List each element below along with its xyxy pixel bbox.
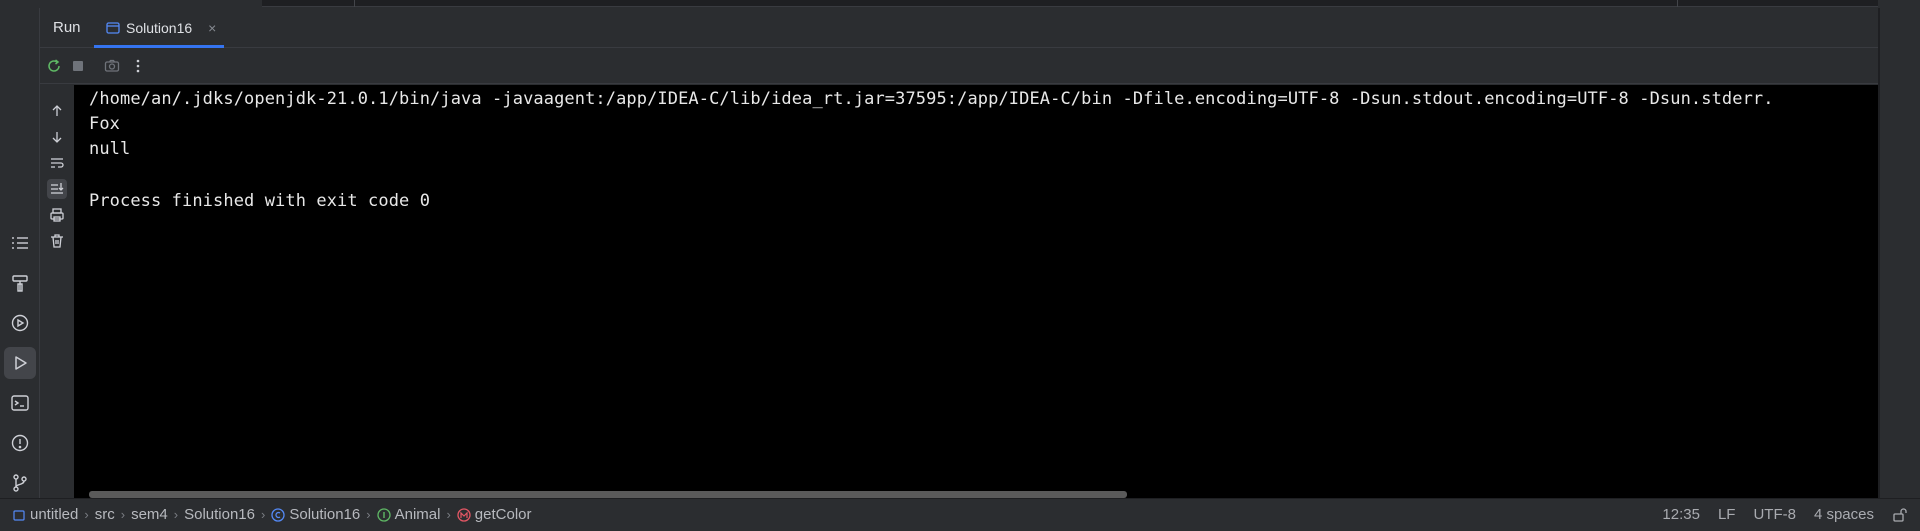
services-tool-button[interactable] [4,307,36,339]
indent-setting[interactable]: 4 spaces [1814,506,1874,523]
structure-icon [12,237,28,249]
breadcrumb-sem4[interactable]: sem4 [131,506,168,523]
tab-label: Solution16 [126,20,193,36]
stop-button[interactable] [68,56,88,76]
arrow-up-icon [52,105,62,116]
application-config-icon [106,22,120,34]
class-icon [271,507,285,522]
lock-icon[interactable] [1892,507,1908,523]
camera-icon [104,59,120,72]
clear-all-button[interactable] [47,231,67,251]
breadcrumb-file[interactable]: Solution16 [184,506,255,523]
project-icon [13,509,25,521]
breadcrumb-src[interactable]: src [95,506,115,523]
build-tool-button[interactable] [4,267,36,299]
stop-icon [73,61,83,71]
run-icon [15,356,27,370]
git-branch-icon [13,474,27,492]
structure-tool-button[interactable] [4,227,36,259]
right-tool-strip [1880,8,1920,498]
caret-position[interactable]: 12:35 [1662,506,1700,523]
more-options-button[interactable] [128,56,148,76]
breadcrumb-project[interactable]: untitled [12,506,78,523]
soft-wrap-icon [51,158,64,168]
scroll-to-end-icon [51,183,64,194]
line-separator[interactable]: LF [1718,506,1736,523]
hammer-icon [12,275,28,292]
breadcrumb-separator: › [84,507,89,522]
console-output[interactable]: /home/an/.jdks/openjdk-21.0.1/bin/java -… [74,85,1878,498]
console-line-output: null [89,139,131,159]
horizontal-scrollbar[interactable] [89,491,1127,498]
interface-icon [376,507,391,522]
breadcrumb-class[interactable]: Solution16 [271,506,360,523]
run-tabs-row: Run Solution16 × [40,8,1880,48]
editor-tab-bar [262,0,1878,7]
status-bar: untitled › src › sem4 › Solution16 › Sol… [0,498,1920,531]
console-line-exit-code: Process finished with exit code 0 [89,191,431,211]
scroll-to-end-button[interactable] [47,179,67,199]
breadcrumb-separator: › [173,507,179,522]
print-button[interactable] [47,205,67,225]
arrow-down-icon [52,132,62,143]
run-tool-button[interactable] [4,347,36,379]
terminal-tool-button[interactable] [4,387,36,419]
run-tool-window: Run Solution16 × /home/an/.jdks/openjdk-… [40,8,1880,498]
problems-icon [11,434,29,452]
breadcrumb-separator: › [261,507,266,522]
breadcrumb-method[interactable]: getColor [457,506,532,523]
soft-wrap-button[interactable] [47,153,67,173]
printer-icon [50,208,64,222]
tool-window-strip [0,8,40,498]
editor-tabs-remnant [0,0,1920,8]
breadcrumb-separator: › [446,507,451,522]
scroll-down-button[interactable] [47,127,67,147]
tab-solution16[interactable]: Solution16 × [94,8,224,48]
rerun-button[interactable] [44,56,64,76]
console-line-command: /home/an/.jdks/openjdk-21.0.1/bin/java -… [89,89,1774,109]
breadcrumb-interface[interactable]: Animal [376,506,440,523]
console-line-output: Fox [89,114,121,134]
breadcrumb-separator: › [120,507,126,522]
terminal-icon [11,395,29,411]
services-icon [11,314,29,332]
rerun-icon [48,59,60,72]
breadcrumb: untitled › src › sem4 › Solution16 › Sol… [12,506,532,523]
console-gutter [40,85,74,498]
git-tool-button[interactable] [4,467,36,499]
close-tab-icon[interactable]: × [208,20,216,36]
screenshot-button[interactable] [102,56,122,76]
method-icon [457,507,471,522]
run-toolbar [40,48,1880,84]
status-widgets: 12:35 LF UTF-8 4 spaces [1662,506,1908,523]
trash-icon [51,234,63,248]
scroll-up-button[interactable] [47,101,67,121]
breadcrumb-separator: › [366,507,371,522]
file-encoding[interactable]: UTF-8 [1753,506,1796,523]
run-panel-title: Run [53,19,81,36]
more-vertical-icon [136,59,140,73]
problems-tool-button[interactable] [4,427,36,459]
